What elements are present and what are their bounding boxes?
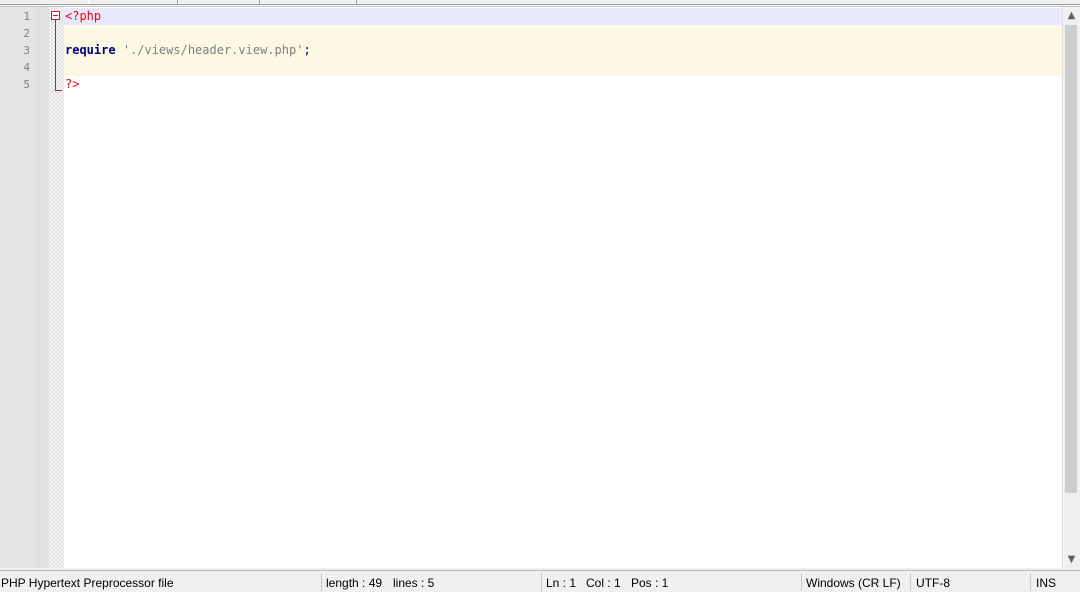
vertical-scrollbar[interactable]: ▲ ▼ <box>1062 7 1080 568</box>
status-separator <box>910 573 911 591</box>
chevron-down-icon[interactable]: ▼ <box>1063 551 1080 568</box>
editor-pane[interactable]: 1 2 3 4 5 <?php require './views/header.… <box>0 6 1080 568</box>
code-line-3[interactable]: require './views/header.view.php'; <box>64 42 1062 59</box>
path-string: './views/header.view.php' <box>122 43 304 57</box>
status-separator <box>1030 573 1031 591</box>
status-file-type: PHP Hypertext Preprocessor file <box>1 576 174 590</box>
line-number: 5 <box>23 78 30 91</box>
status-length: length : 49 <box>326 576 383 590</box>
tab-1[interactable] <box>88 0 178 4</box>
code-line-2[interactable] <box>64 25 1062 42</box>
scrollbar-thumb[interactable] <box>1065 25 1077 493</box>
notepad-plus-plus-window: 1 2 3 4 5 <?php require './views/header.… <box>0 0 1080 592</box>
status-ln: Ln : 1 <box>546 576 577 590</box>
tab-bar <box>0 0 1080 5</box>
code-line-4[interactable] <box>64 59 1062 76</box>
status-bar: PHP Hypertext Preprocessor file length :… <box>0 570 1080 592</box>
code-text-area[interactable]: <?php require './views/header.view.php';… <box>64 7 1062 568</box>
tab-3[interactable] <box>355 0 357 4</box>
status-col: Col : 1 <box>586 576 621 590</box>
status-separator <box>541 573 542 591</box>
fold-range-line <box>55 20 56 90</box>
chevron-up-icon[interactable]: ▲ <box>1063 7 1080 24</box>
bookmark-margin[interactable] <box>36 7 49 568</box>
fold-margin[interactable] <box>49 7 64 568</box>
php-close-tag: ?> <box>65 77 80 91</box>
line-number: 1 <box>23 10 30 23</box>
status-insert-mode: INS <box>1036 576 1057 590</box>
code-line-1[interactable]: <?php <box>64 8 1062 25</box>
status-encoding: UTF-8 <box>916 576 950 590</box>
status-separator <box>801 573 802 591</box>
code-line-5[interactable]: ?> <box>64 76 1062 93</box>
tab-2[interactable] <box>178 0 260 4</box>
line-number: 4 <box>23 61 30 74</box>
status-separator <box>321 573 322 591</box>
semicolon: ; <box>303 43 311 57</box>
line-number-margin: 1 2 3 4 5 <box>0 7 36 568</box>
line-number: 3 <box>23 44 30 57</box>
status-eol: Windows (CR LF) <box>806 576 901 590</box>
status-pos: Pos : 1 <box>631 576 669 590</box>
fold-collapse-icon[interactable] <box>51 11 60 20</box>
line-number: 2 <box>23 27 30 40</box>
require-keyword: require <box>65 43 116 57</box>
status-lines: lines : 5 <box>393 576 435 590</box>
fold-end-marker <box>55 90 62 91</box>
php-open-tag: <?php <box>65 9 102 23</box>
